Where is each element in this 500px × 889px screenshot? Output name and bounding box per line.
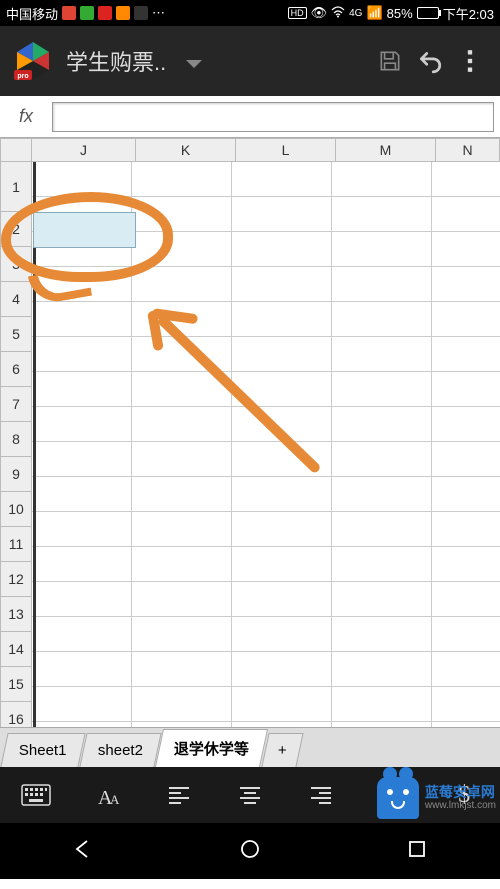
row-header[interactable]: 10 bbox=[0, 492, 32, 527]
watermark-title: 蓝莓安卓网 bbox=[425, 785, 496, 800]
row-header[interactable]: 7 bbox=[0, 387, 32, 422]
status-icon bbox=[62, 6, 76, 20]
row-header[interactable]: 16 bbox=[0, 702, 32, 727]
sheet-tabs: Sheet1 sheet2 退学休学等 + bbox=[0, 727, 500, 767]
status-icon bbox=[116, 6, 130, 20]
clock-label: 下午2:03 bbox=[443, 4, 494, 23]
row-header[interactable]: 9 bbox=[0, 457, 32, 492]
row-header[interactable]: 2 bbox=[0, 212, 32, 247]
select-all-corner[interactable] bbox=[0, 138, 32, 162]
svg-text:pro: pro bbox=[17, 73, 28, 80]
carrier-label: 中国移动 bbox=[6, 4, 58, 23]
col-header[interactable]: N bbox=[436, 138, 500, 162]
formula-input[interactable] bbox=[52, 102, 494, 132]
sheet-tab[interactable]: sheet2 bbox=[79, 733, 161, 767]
align-center-button[interactable] bbox=[214, 767, 285, 823]
row-header[interactable]: 12 bbox=[0, 562, 32, 597]
status-icon bbox=[134, 6, 148, 20]
selected-cell[interactable] bbox=[33, 212, 136, 248]
hd-icon: HD bbox=[288, 7, 307, 19]
undo-button[interactable] bbox=[410, 48, 450, 74]
nav-back-button[interactable] bbox=[72, 838, 94, 865]
save-button[interactable] bbox=[370, 48, 410, 74]
nav-home-button[interactable] bbox=[239, 838, 261, 865]
dropdown-icon bbox=[186, 60, 202, 68]
row-header[interactable]: 6 bbox=[0, 352, 32, 387]
row-header[interactable]: 8 bbox=[0, 422, 32, 457]
add-sheet-button[interactable]: + bbox=[261, 733, 303, 767]
document-title[interactable]: 学生购票.. bbox=[66, 45, 370, 77]
row-header[interactable]: 5 bbox=[0, 317, 32, 352]
col-header[interactable]: M bbox=[336, 138, 436, 162]
sheet-tab[interactable]: Sheet1 bbox=[0, 733, 85, 767]
align-left-button[interactable] bbox=[143, 767, 214, 823]
row-header[interactable]: 4 bbox=[0, 282, 32, 317]
column-headers[interactable]: J K L M N bbox=[32, 138, 500, 162]
status-bar: 中国移动 ⋯ HD 👁 4G 📶 85% 下午2:03 bbox=[0, 0, 500, 26]
col-header[interactable]: J bbox=[32, 138, 136, 162]
row-header[interactable]: 11 bbox=[0, 527, 32, 562]
spreadsheet-grid[interactable]: J K L M N 1 2 3 4 5 6 7 8 9 10 11 12 13 … bbox=[0, 138, 500, 727]
align-right-button[interactable] bbox=[286, 767, 357, 823]
font-button[interactable]: AA bbox=[71, 767, 142, 823]
svg-text:A: A bbox=[110, 792, 120, 807]
status-icon bbox=[98, 6, 112, 20]
watermark: 蓝莓安卓网 www.lmkjst.com bbox=[377, 777, 496, 819]
row-header[interactable]: 3 bbox=[0, 247, 32, 282]
nav-recent-button[interactable] bbox=[406, 838, 428, 865]
formula-bar: fx bbox=[0, 96, 500, 138]
row-header[interactable]: 14 bbox=[0, 632, 32, 667]
status-icon bbox=[80, 6, 94, 20]
eye-icon: 👁 bbox=[311, 5, 328, 21]
col-header[interactable]: L bbox=[236, 138, 336, 162]
fx-label: fx bbox=[6, 106, 46, 127]
watermark-icon bbox=[377, 777, 419, 819]
row-header[interactable]: 15 bbox=[0, 667, 32, 702]
keyboard-button[interactable] bbox=[0, 767, 71, 823]
battery-pct: 85% bbox=[387, 6, 413, 21]
app-toolbar: pro 学生购票.. bbox=[0, 26, 500, 96]
col-header[interactable]: K bbox=[136, 138, 236, 162]
more-icon: ⋯ bbox=[152, 5, 165, 21]
watermark-url: www.lmkjst.com bbox=[425, 800, 496, 811]
battery-icon bbox=[417, 7, 439, 19]
app-logo-icon[interactable]: pro bbox=[10, 38, 56, 84]
row-header[interactable]: 1 bbox=[0, 162, 32, 212]
network-label: 4G bbox=[349, 8, 362, 19]
android-nav-bar: 蓝莓安卓网 www.lmkjst.com bbox=[0, 823, 500, 879]
row-header[interactable]: 13 bbox=[0, 597, 32, 632]
sheet-tab-active[interactable]: 退学休学等 bbox=[155, 729, 268, 767]
wifi-icon bbox=[331, 6, 345, 21]
signal-icon: 📶 bbox=[366, 5, 382, 21]
menu-button[interactable] bbox=[450, 48, 490, 74]
row-headers[interactable]: 1 2 3 4 5 6 7 8 9 10 11 12 13 14 15 16 bbox=[0, 162, 32, 727]
